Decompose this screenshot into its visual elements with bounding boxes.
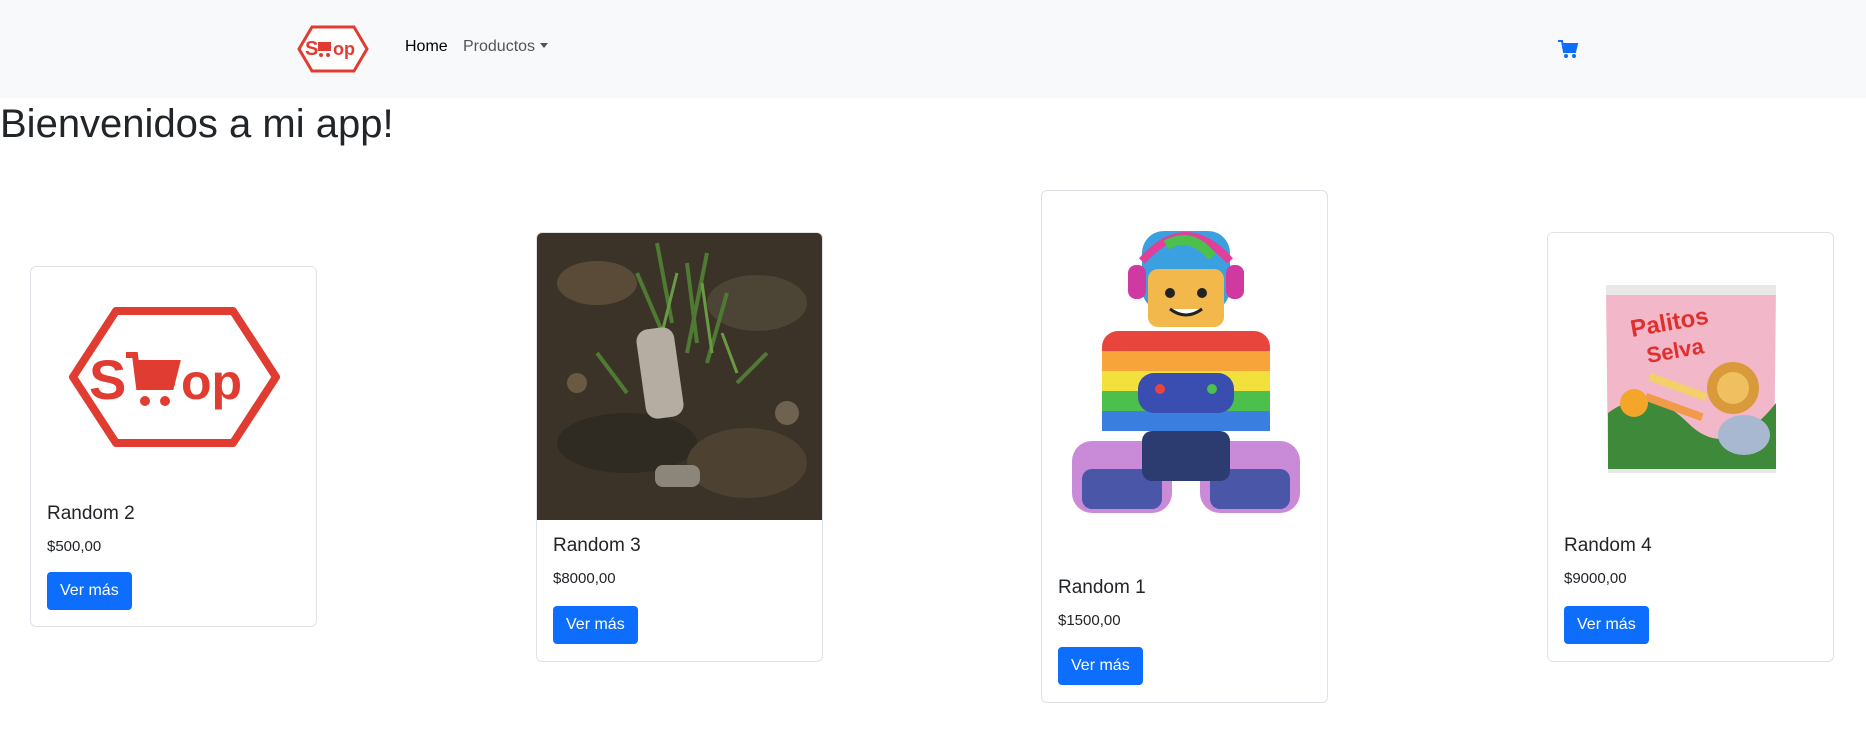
product-title: Random 1 [1058, 577, 1146, 598]
product-image-ground-photo [537, 233, 822, 520]
product-title: Random 2 [47, 503, 135, 524]
navbar: S op Home Productos [0, 0, 1866, 98]
product-card: Random 1 $1500,00 Ver más [1041, 190, 1328, 703]
product-card: S op Random 2 $500,00 Ver más [30, 266, 317, 627]
svg-text:S: S [89, 348, 126, 411]
page-title: Bienvenidos a mi app! [0, 102, 394, 146]
product-price: $500,00 [47, 538, 102, 555]
product-price: $8000,00 [553, 570, 616, 587]
shopping-cart-icon[interactable] [1557, 38, 1579, 60]
ver-mas-button[interactable]: Ver más [1058, 647, 1143, 685]
product-card: Random 3 $8000,00 Ver más [536, 232, 823, 662]
nav-products-label: Productos [463, 38, 536, 55]
ver-mas-button[interactable]: Ver más [1564, 606, 1649, 644]
svg-text:op: op [181, 354, 242, 410]
product-image-gamer-character [1072, 231, 1300, 513]
chevron-down-icon [540, 43, 549, 48]
product-image-candy-bag: Palitos Selva [1548, 233, 1833, 520]
svg-text:op: op [333, 39, 355, 59]
ver-mas-button[interactable]: Ver más [553, 606, 638, 644]
nav-home-link[interactable]: Home [405, 38, 448, 56]
product-card: Palitos Selva Random 4 $9000,00 Ver más [1547, 232, 1834, 662]
ver-mas-button[interactable]: Ver más [47, 572, 132, 610]
product-price: $1500,00 [1058, 612, 1121, 629]
product-title: Random 4 [1564, 535, 1652, 556]
shop-logo-icon[interactable]: S op [297, 25, 369, 73]
nav-products-dropdown[interactable]: Productos [463, 38, 549, 56]
svg-text:S: S [305, 38, 318, 60]
product-price: $9000,00 [1564, 570, 1627, 587]
product-title: Random 3 [553, 535, 641, 556]
product-image-shop-logo: S op [69, 307, 280, 447]
